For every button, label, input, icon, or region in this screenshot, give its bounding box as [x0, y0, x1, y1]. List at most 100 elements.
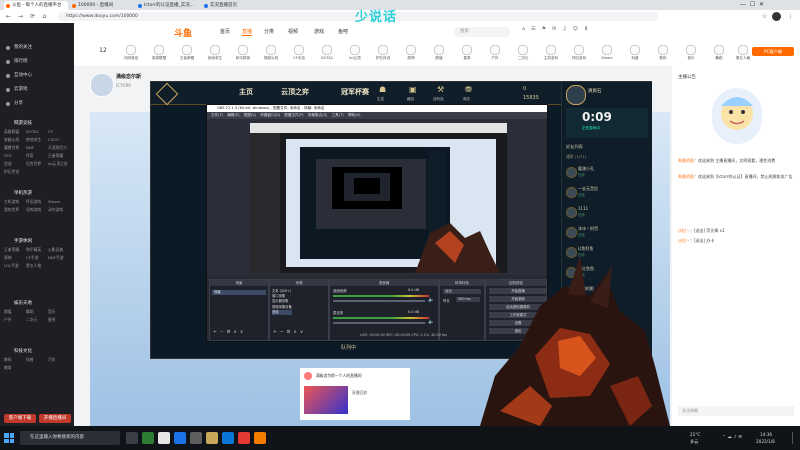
sidebar-item-follow[interactable]: 我的关注 — [4, 43, 70, 53]
obs-menu-item[interactable]: 工具(T) — [332, 113, 344, 117]
category-item[interactable]: lol云顶 — [342, 44, 368, 64]
sidebar-link[interactable]: 汽车 — [48, 357, 70, 363]
clock-date[interactable]: 2022/1/8 — [756, 439, 775, 444]
douyu-logo[interactable]: 斗鱼 — [174, 26, 192, 39]
nav-live[interactable]: 直播 — [242, 28, 253, 36]
player-avatar[interactable] — [566, 85, 586, 105]
pc-client-button[interactable]: PC客户端 — [752, 47, 794, 56]
sidebar-link[interactable]: 颜值 — [4, 309, 26, 315]
league-logo-icon[interactable] — [155, 82, 179, 106]
sidebar-link[interactable]: 星秀 — [48, 317, 70, 323]
source-item[interactable]: 音频 — [272, 309, 292, 316]
category-item[interactable]: 二次元 — [510, 44, 536, 64]
site-search-input[interactable]: 搜索 — [454, 27, 510, 37]
category-item[interactable]: 怀旧游戏 — [566, 44, 592, 64]
league-client-icon[interactable] — [206, 432, 218, 444]
start-stream-button[interactable]: 开播直播间 — [39, 414, 71, 423]
sidebar-link[interactable]: 音乐 — [48, 309, 70, 315]
sidebar-section-title[interactable]: 娱乐天地 — [4, 299, 70, 308]
sidebar-link[interactable]: lol云顶之弈 — [48, 161, 70, 167]
obs-menu-item[interactable]: 停靠窗口(D) — [260, 113, 280, 117]
profile-icon[interactable]: ☗ — [379, 85, 391, 97]
friend-entry[interactable]: 一去无音信 在线 — [566, 186, 650, 198]
sidebar-section-title[interactable]: 科技文化 — [4, 347, 70, 356]
sidebar-link[interactable]: FIFA — [4, 153, 26, 159]
category-item[interactable]: CF手游 — [286, 44, 312, 64]
chrome-icon[interactable] — [174, 432, 186, 444]
loot-icon[interactable]: ⚒ — [437, 85, 449, 97]
sidebar-link[interactable]: 炉石传说 — [4, 169, 26, 175]
windows-start-icon[interactable] — [4, 433, 14, 443]
sidebar-link[interactable]: 数码 — [4, 357, 26, 363]
speaker-icon[interactable]: 🔈 — [428, 297, 434, 303]
category-item[interactable]: 绝地求生 — [202, 44, 228, 64]
sidebar-link[interactable]: 第五人格 — [26, 263, 48, 269]
app-icon[interactable] — [158, 432, 170, 444]
volume-slider[interactable] — [333, 300, 425, 302]
obs-menu-item[interactable]: 文件(F) — [211, 113, 223, 117]
sidebar-item-rank[interactable]: 排行榜 — [4, 57, 70, 67]
task-view-icon[interactable] — [126, 432, 138, 444]
obs-icon[interactable] — [190, 432, 202, 444]
header-icon-row[interactable]: ⌂☰⚑✉♫☺⬇ — [522, 26, 594, 32]
speaker-icon[interactable]: 🔈 — [428, 319, 434, 325]
sidebar-link[interactable]: LOL手游 — [4, 263, 26, 269]
category-item[interactable]: 科普 — [622, 44, 648, 64]
category-item[interactable]: 穿越火线 — [258, 44, 284, 64]
nav-home[interactable]: 首页 — [220, 28, 230, 35]
volume-slider[interactable] — [333, 322, 425, 324]
sidebar-link[interactable]: 二次元 — [26, 317, 48, 323]
sidebar-link[interactable]: 教育 — [4, 365, 26, 371]
category-item[interactable]: 和平精英 — [230, 44, 256, 64]
netease-icon[interactable] — [238, 432, 250, 444]
weather-temp[interactable]: 21°C — [690, 432, 700, 437]
collection-icon[interactable]: ▣ — [409, 85, 421, 97]
sidebar-link[interactable]: 天涯明月刀 — [48, 145, 70, 151]
obs-menu-item[interactable]: 视图(V) — [244, 113, 256, 117]
sidebar-link[interactable]: 主机游戏 — [4, 199, 26, 205]
obs-menu-item[interactable]: 编辑(E) — [227, 113, 239, 117]
forward-icon[interactable]: → — [16, 12, 25, 21]
store-icon[interactable]: ⛃ — [465, 85, 477, 97]
browser-tab[interactable]: 斗鱼 - 每个人的直播平台 — [4, 1, 68, 10]
category-item[interactable]: 星秀 — [454, 44, 480, 64]
sidebar-link[interactable]: 我的世界 — [4, 207, 26, 213]
sidebar-link[interactable]: 逆战 — [4, 161, 26, 167]
explorer-icon[interactable] — [222, 432, 234, 444]
show-desktop-button[interactable] — [792, 432, 799, 444]
sidebar-link[interactable]: 穿越火线 — [4, 137, 26, 143]
obs-menu-item[interactable]: 场景集合(S) — [308, 113, 327, 117]
sidebar-link[interactable]: 恐怖游戏 — [26, 207, 48, 213]
sidebar-link[interactable]: CF手游 — [26, 255, 48, 261]
replay-post-card[interactable]: 满级恋尔斯一个人的直播间 直播回放 — [300, 368, 410, 420]
sidebar-link[interactable]: 原神 — [4, 255, 26, 261]
category-item[interactable]: 王者荣耀 — [174, 44, 200, 64]
taskbar-search-input[interactable]: 在这里输入你要搜索的内容 — [20, 431, 120, 445]
friend-entry[interactable]: 1111 在线 — [566, 206, 650, 218]
sidebar-link[interactable]: 王者荣耀 — [48, 153, 70, 159]
obs-menu-item[interactable]: 配置文件(P) — [284, 113, 303, 117]
source-toolbar[interactable]: +−⚙︎∧∨ — [273, 330, 306, 335]
scene-item[interactable]: 场景 — [212, 290, 266, 295]
sidebar-link[interactable]: 魔兽世界 — [4, 145, 26, 151]
sidebar-link[interactable]: 坦克世界 — [26, 161, 48, 167]
sidebar-link[interactable]: DNF手游 — [48, 255, 70, 261]
sidebar-section-title[interactable]: 网游竞技 — [4, 119, 70, 128]
category-item[interactable]: 主机游戏 — [538, 44, 564, 64]
nav-fishbar[interactable]: 鱼吧 — [338, 28, 348, 35]
category-item[interactable]: Steam — [594, 44, 620, 64]
profile-avatar[interactable] — [772, 12, 781, 21]
sidebar-link[interactable]: 绝地求生 — [26, 137, 48, 143]
tray-icons[interactable]: ⌃☁♪✉ — [722, 434, 744, 439]
douyu-icon[interactable] — [254, 432, 266, 444]
nav-game[interactable]: 游戏 — [314, 28, 324, 35]
sidebar-link[interactable]: Steam — [48, 199, 70, 205]
nav-category[interactable]: 分类 — [264, 28, 274, 35]
sidebar-link[interactable]: 火影忍者 — [48, 247, 70, 253]
league-nav-home[interactable]: 主页 — [239, 87, 253, 97]
sidebar-link[interactable]: 舞蹈 — [26, 309, 48, 315]
browser-tab[interactable]: 100000 - 直播间 — [70, 1, 134, 10]
sidebar-link[interactable]: DNF — [26, 145, 48, 151]
sidebar-link[interactable]: CSGO — [48, 137, 70, 143]
sidebar-link[interactable]: 和平精英 — [26, 247, 48, 253]
